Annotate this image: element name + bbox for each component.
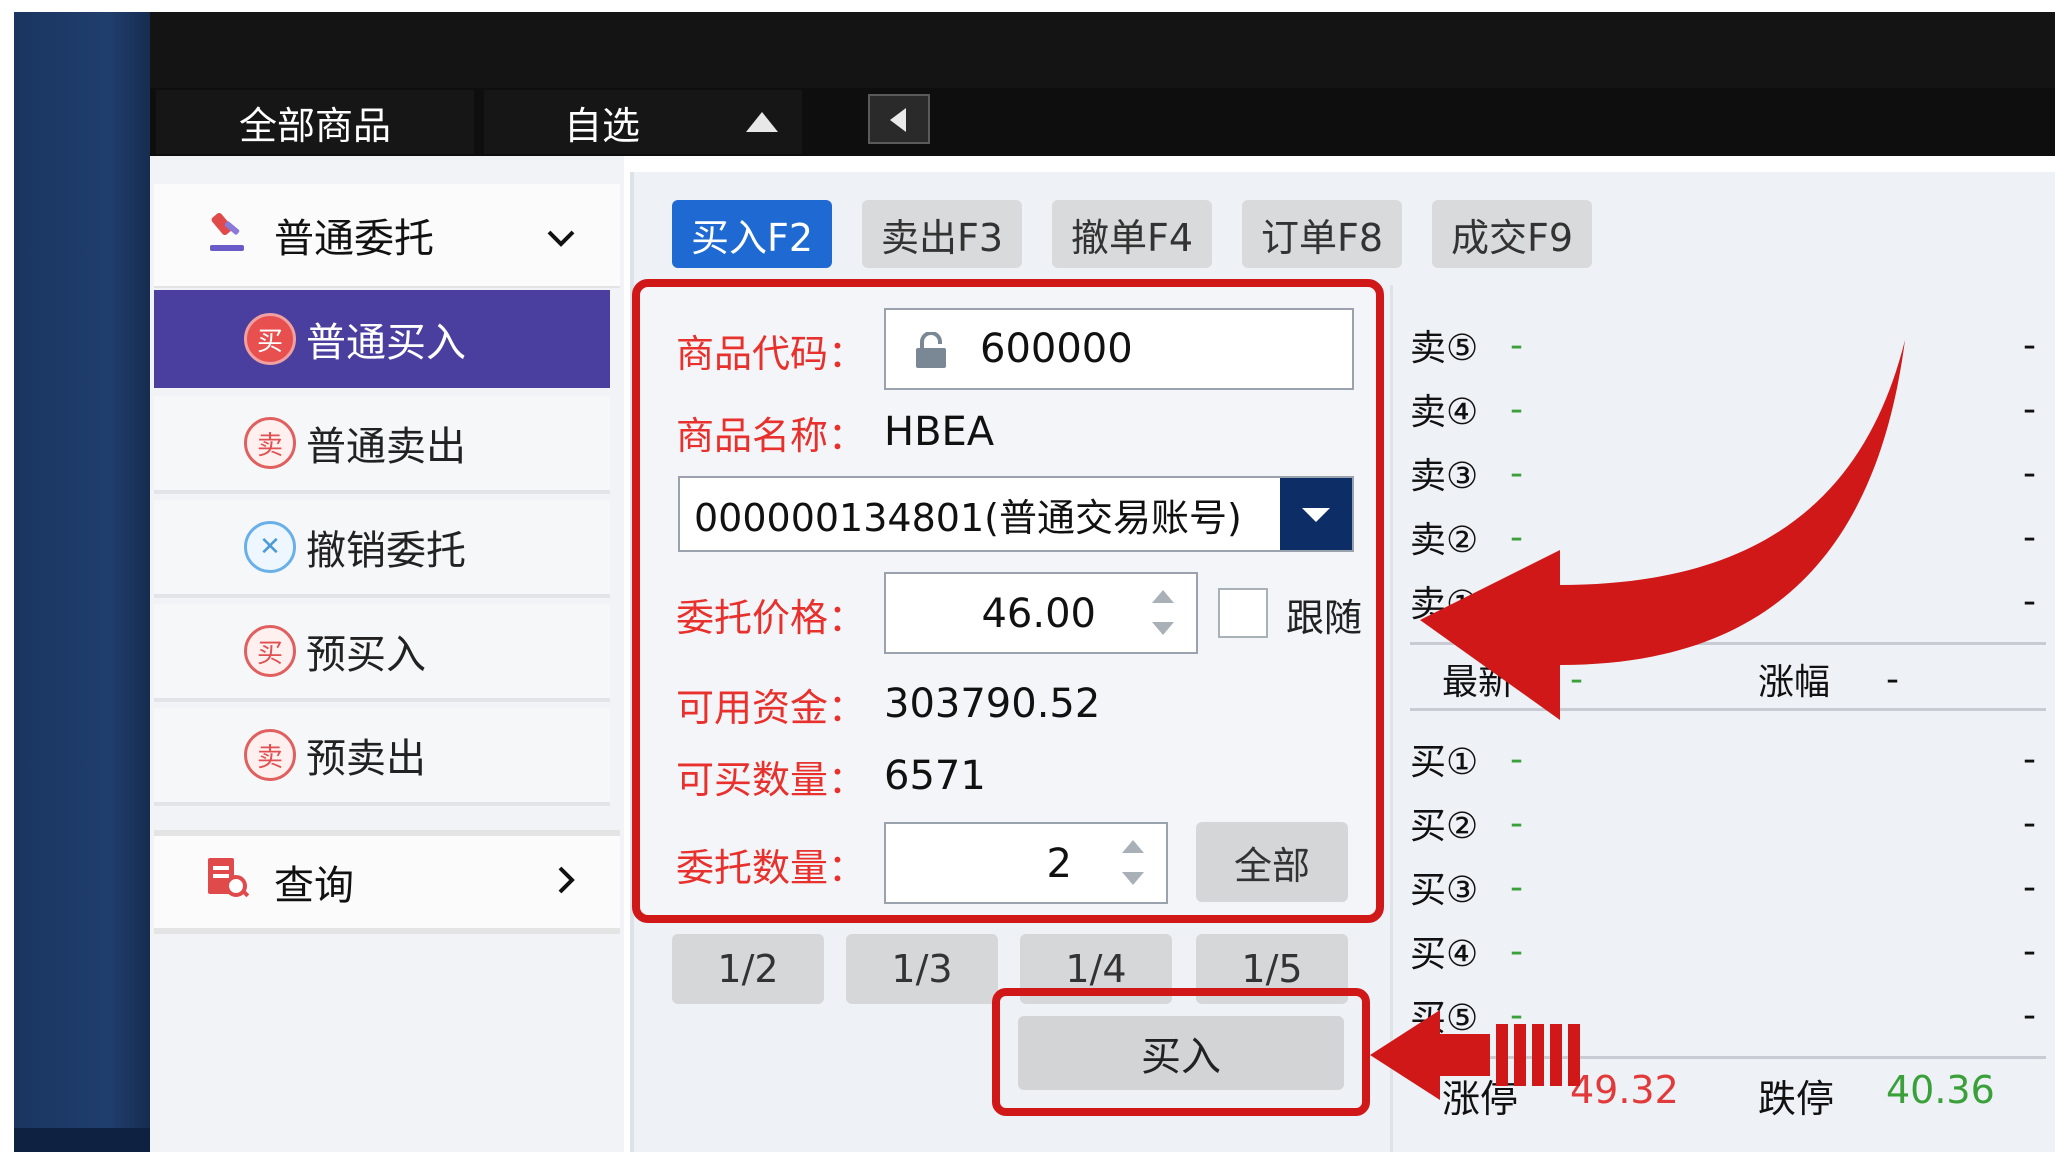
tab-orders-f8[interactable]: 订单F8 [1242, 200, 1402, 268]
buy-stamp-icon: 买 [244, 625, 296, 677]
third-button[interactable]: 1/3 [846, 934, 998, 1004]
half-button[interactable]: 1/2 [672, 934, 824, 1004]
buy-stamp-icon: 买 [244, 313, 296, 365]
sidebar-item-label: 普通卖出 [306, 424, 466, 470]
sidebar-item-label: 普通买入 [306, 320, 466, 366]
sell-level-volume: - [2023, 516, 2036, 558]
sidebar-group-entrust[interactable]: 普通委托 [154, 184, 620, 288]
tab-all-goods-label: 全部商品 [238, 103, 391, 148]
left-nav-strip-base [14, 1128, 150, 1152]
sidebar-group-entrust-label: 普通委托 [274, 216, 434, 262]
tab-favorites[interactable]: 自选 [484, 90, 802, 154]
sidebar-item-cancel-entrust[interactable]: ✕ 撤销委托 [154, 500, 610, 598]
tab-all-goods[interactable]: 全部商品 [156, 90, 474, 154]
tab-cancel-f4[interactable]: 撤单F4 [1052, 200, 1212, 268]
sell-level-volume: - [2023, 324, 2036, 366]
sidebar-item-pre-buy[interactable]: 买 预买入 [154, 604, 610, 702]
buy-level-row: 买④ - - [1410, 924, 2050, 978]
form-highlight-frame [632, 279, 1384, 923]
buy-level-label: 买② [1410, 806, 1479, 847]
gavel-icon [202, 205, 252, 266]
collapse-panel-button[interactable] [868, 94, 930, 144]
buy-level-row: 买② - - [1410, 796, 2050, 850]
buy-level-price: - [1510, 866, 1523, 908]
triangle-left-icon [890, 108, 906, 132]
arrow-left-icon [1370, 1010, 1580, 1100]
buy-level-volume: - [2023, 994, 2036, 1036]
sidebar-group-query-label: 查询 [274, 863, 354, 909]
sidebar-item-label: 预买入 [306, 632, 426, 678]
tab-sell-f3[interactable]: 卖出F3 [862, 200, 1022, 268]
sell-stamp-icon: 卖 [244, 729, 296, 781]
curved-arrow-icon [1420, 340, 1905, 720]
query-report-icon [202, 852, 252, 913]
buy-level-label: 买③ [1410, 870, 1479, 911]
sidebar-group-query[interactable]: 查询 [154, 830, 620, 934]
sidebar-item-label: 撤销委托 [306, 528, 466, 574]
tab-buy-f2[interactable]: 买入F2 [672, 200, 832, 268]
buy-level-volume: - [2023, 738, 2036, 780]
sell-level-volume: - [2023, 388, 2036, 430]
sell-level-volume: - [2023, 580, 2036, 622]
buy-level-label: 买④ [1410, 934, 1479, 975]
sidebar-item-label: 预卖出 [306, 736, 426, 782]
sell-level-volume: - [2023, 452, 2036, 494]
tab-favorites-label: 自选 [564, 103, 641, 148]
limit-down-label: 跌停 [1758, 1077, 1835, 1121]
buy-button-highlight-frame [992, 988, 1370, 1116]
sell-stamp-icon: 卖 [244, 417, 296, 469]
cancel-x-icon: ✕ [244, 521, 296, 573]
buy-level-volume: - [2023, 930, 2036, 972]
sidebar-item-normal-buy[interactable]: 买 普通买入 [154, 290, 610, 388]
buy-level-volume: - [2023, 802, 2036, 844]
buy-level-price: - [1510, 802, 1523, 844]
buy-level-row: 买③ - - [1410, 860, 2050, 914]
buy-level-price: - [1510, 930, 1523, 972]
buy-level-volume: - [2023, 866, 2036, 908]
sidebar-item-pre-sell[interactable]: 卖 预卖出 [154, 708, 610, 806]
triangle-up-icon[interactable] [746, 112, 778, 132]
left-nav-strip [14, 12, 150, 1152]
tab-trades-f9[interactable]: 成交F9 [1432, 200, 1592, 268]
chevron-down-icon [546, 212, 576, 258]
sidebar-item-normal-sell[interactable]: 卖 普通卖出 [154, 396, 610, 494]
title-bar [150, 12, 2055, 88]
chevron-right-icon [556, 859, 576, 905]
limit-down-value: 40.36 [1886, 1068, 1995, 1112]
